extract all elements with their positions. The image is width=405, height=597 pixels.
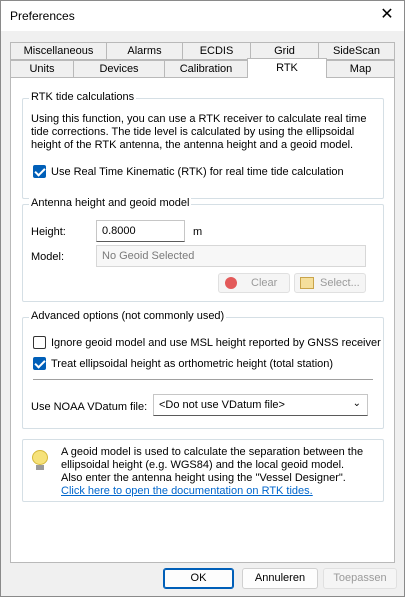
- height-input[interactable]: 0.8000: [96, 220, 185, 242]
- cancel-button[interactable]: Annuleren: [242, 568, 318, 589]
- tab-rtk[interactable]: RTK: [247, 58, 327, 78]
- ignore-geoid-checkbox[interactable]: [33, 336, 46, 349]
- folder-icon: [300, 277, 314, 289]
- use-rtk-checkbox[interactable]: [33, 165, 46, 178]
- clear-icon: [225, 277, 237, 289]
- documentation-link[interactable]: Click here to open the documentation on …: [61, 485, 313, 498]
- rtk-tab-panel: RTK tide calculations Using this functio…: [10, 77, 395, 563]
- height-unit: m: [193, 226, 203, 238]
- geoid-model-field: No Geoid Selected: [96, 245, 366, 267]
- rtk-tide-group: RTK tide calculations Using this functio…: [22, 91, 384, 199]
- rtk-tide-group-title: RTK tide calculations: [29, 91, 137, 103]
- info-line-2: ellipsoidal height (e.g. WGS84) and the …: [61, 459, 345, 471]
- rtk-description-line-2: tide corrections. The tide level is calc…: [31, 126, 355, 138]
- tab-calibration[interactable]: Calibration: [164, 60, 248, 78]
- info-line-1: A geoid model is used to calculate the s…: [61, 446, 364, 458]
- vdatum-select[interactable]: <Do not use VDatum file> ⌄: [153, 394, 368, 416]
- treat-ellipsoidal-label[interactable]: Treat ellipsoidal height as orthometric …: [51, 358, 333, 371]
- height-label: Height:: [31, 226, 66, 238]
- tab-alarms[interactable]: Alarms: [106, 42, 183, 60]
- antenna-group-title: Antenna height and geoid model: [29, 197, 192, 209]
- dialog-footer: OK Annuleren Toepassen: [1, 563, 404, 596]
- ok-button[interactable]: OK: [163, 568, 234, 589]
- model-label: Model:: [31, 251, 65, 263]
- info-line-3: Also enter the antenna height using the …: [61, 472, 346, 484]
- chevron-down-icon: ⌄: [352, 398, 361, 409]
- advanced-group: Advanced options (not commonly used) Ign…: [22, 310, 384, 429]
- advanced-group-title: Advanced options (not commonly used): [29, 310, 227, 322]
- vdatum-select-value: <Do not use VDatum file>: [159, 399, 285, 411]
- tab-miscellaneous[interactable]: Miscellaneous: [10, 42, 107, 60]
- clear-button[interactable]: Clear: [218, 273, 290, 293]
- title-bar: Preferences ✕: [1, 1, 404, 31]
- close-icon[interactable]: ✕: [376, 6, 398, 26]
- advanced-divider: [33, 379, 373, 380]
- ignore-geoid-label[interactable]: Ignore geoid model and use MSL height re…: [51, 337, 381, 350]
- info-group: A geoid model is used to calculate the s…: [22, 439, 384, 502]
- tab-units[interactable]: Units: [10, 60, 74, 78]
- tab-ecdis[interactable]: ECDIS: [182, 42, 251, 60]
- tab-map[interactable]: Map: [326, 60, 395, 78]
- treat-ellipsoidal-checkbox[interactable]: [33, 357, 46, 370]
- window-title: Preferences: [10, 9, 75, 23]
- apply-button[interactable]: Toepassen: [323, 568, 397, 589]
- tab-sidescan[interactable]: SideScan: [318, 42, 395, 60]
- rtk-description-line-3: height of the RTK antenna, the antenna h…: [31, 139, 354, 151]
- antenna-group: Antenna height and geoid model Height: 0…: [22, 197, 384, 302]
- use-rtk-label[interactable]: Use Real Time Kinematic (RTK) for real t…: [51, 166, 344, 179]
- preferences-dialog: Preferences ✕ Miscellaneous Alarms ECDIS…: [0, 0, 405, 597]
- clear-button-label: Clear: [251, 277, 278, 289]
- vdatum-label: Use NOAA VDatum file:: [31, 401, 148, 413]
- lightbulb-icon: [32, 450, 48, 470]
- rtk-description-line-1: Using this function, you can use a RTK r…: [31, 113, 367, 125]
- select-button[interactable]: Select...: [294, 273, 366, 293]
- select-button-label: Select...: [320, 277, 360, 289]
- tab-devices[interactable]: Devices: [73, 60, 165, 78]
